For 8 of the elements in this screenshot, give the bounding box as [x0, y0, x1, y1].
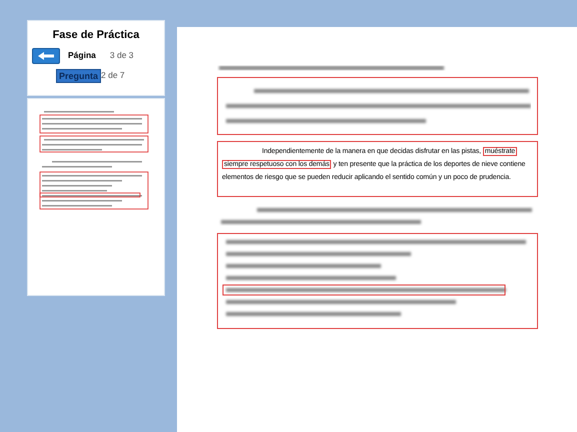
- question-button[interactable]: Pregunta: [56, 68, 102, 82]
- panel-title: Fase de Práctica: [52, 28, 140, 43]
- page-label: Página: [68, 49, 96, 62]
- back-button[interactable]: [32, 48, 60, 64]
- page-number: 3 de 3: [110, 49, 134, 62]
- left-arrow-icon: [37, 50, 55, 60]
- page-thumbnail[interactable]: [27, 98, 165, 296]
- question-number: 2 de 7: [101, 69, 125, 82]
